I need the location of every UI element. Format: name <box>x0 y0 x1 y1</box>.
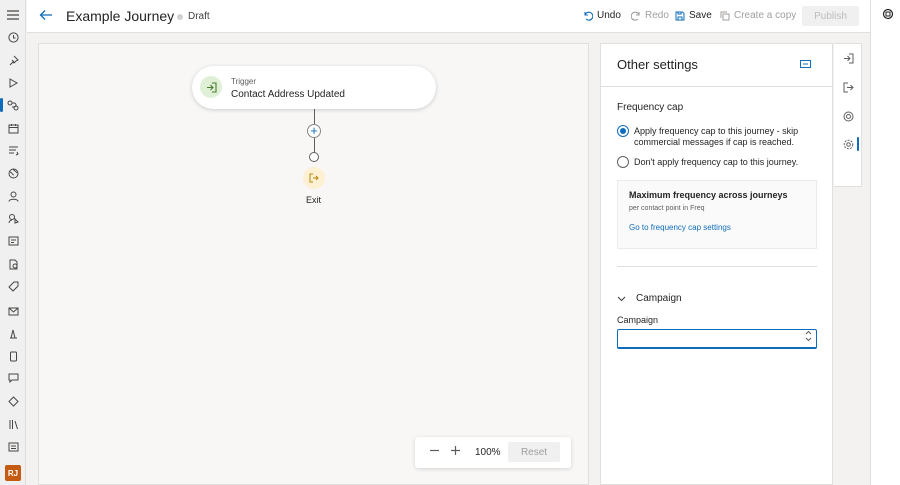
goal-icon[interactable] <box>834 106 862 126</box>
info-heading: Maximum frequency across journeys <box>629 190 788 200</box>
reset-zoom-button[interactable]: Reset <box>508 442 560 462</box>
status-text: Draft <box>188 11 210 22</box>
zoom-level: 100% <box>475 447 501 458</box>
save-button[interactable]: Save <box>675 10 712 21</box>
play-icon[interactable] <box>0 73 26 93</box>
publish-button[interactable]: Publish <box>802 6 859 26</box>
chat-icon[interactable] <box>0 368 26 388</box>
dont-apply-cap-radio[interactable] <box>617 156 629 168</box>
page-title: Example Journey <box>66 8 175 24</box>
avatar[interactable]: RJ <box>5 465 21 481</box>
campaign-section-toggle[interactable]: Campaign <box>617 293 682 304</box>
books-icon[interactable] <box>0 414 26 434</box>
apply-cap-radio[interactable] <box>617 125 629 137</box>
collapse-panel-icon[interactable] <box>800 60 811 68</box>
undo-button[interactable]: Undo <box>583 10 621 21</box>
dont-apply-cap-label: Don't apply frequency cap to this journe… <box>634 157 799 167</box>
trigger-tile[interactable]: Trigger Contact Address Updated <box>192 66 436 109</box>
divider <box>617 266 817 267</box>
back-arrow-icon[interactable] <box>39 8 53 22</box>
segments-icon[interactable] <box>0 140 26 160</box>
create-copy-label: Create a copy <box>734 10 797 21</box>
journey-canvas[interactable]: Trigger Contact Address Updated + Exit 1… <box>38 43 589 485</box>
recent-icon[interactable] <box>0 27 26 47</box>
exit-icon[interactable] <box>834 77 862 97</box>
campaign-input[interactable] <box>617 329 817 349</box>
undo-label: Undo <box>597 10 621 21</box>
campaign-spinner[interactable] <box>805 330 812 342</box>
connector-line <box>314 138 315 152</box>
pin-icon[interactable] <box>0 50 26 70</box>
globe-icon[interactable] <box>0 163 26 183</box>
chevron-up-icon[interactable] <box>805 330 812 335</box>
email-icon[interactable] <box>0 301 26 321</box>
app-strip <box>870 0 900 485</box>
chevron-down-icon[interactable] <box>805 337 812 342</box>
panel-tab-strip <box>834 43 862 187</box>
exit-label: Exit <box>306 195 322 205</box>
redo-icon <box>631 11 641 21</box>
entry-icon[interactable] <box>834 48 862 68</box>
add-step-button[interactable]: + <box>307 124 321 138</box>
settings-icon[interactable] <box>834 134 862 154</box>
divider <box>601 86 832 87</box>
calendar-icon[interactable] <box>0 118 26 138</box>
forms-icon[interactable] <box>0 231 26 251</box>
phone-icon[interactable] <box>0 346 26 366</box>
create-copy-button[interactable]: Create a copy <box>720 10 796 21</box>
contact-point-icon[interactable] <box>0 208 26 228</box>
library-icon[interactable] <box>0 323 26 343</box>
zoom-in-icon[interactable] <box>450 445 461 456</box>
status-badge: Draft <box>177 11 210 22</box>
copilot-icon[interactable] <box>882 8 894 20</box>
frequency-cap-settings-link[interactable]: Go to frequency cap settings <box>629 223 731 232</box>
campaign-field-label: Campaign <box>617 315 659 325</box>
tag-icon[interactable] <box>0 276 26 296</box>
list-icon[interactable] <box>0 437 26 457</box>
person-icon[interactable] <box>0 186 26 206</box>
documents-icon[interactable] <box>0 254 26 274</box>
status-dot-icon <box>177 13 183 20</box>
left-nav-rail: RJ <box>0 0 26 485</box>
zoom-out-icon[interactable] <box>429 445 440 456</box>
connector-node <box>309 152 319 162</box>
branch-icon[interactable] <box>0 391 26 411</box>
max-frequency-info-box: Maximum frequency across journeys per co… <box>617 180 817 249</box>
trigger-type-label: Trigger <box>231 77 257 86</box>
exit-icon[interactable] <box>303 167 325 189</box>
save-icon <box>675 11 685 21</box>
trigger-name: Contact Address Updated <box>231 89 345 100</box>
trigger-entry-icon <box>200 76 222 98</box>
apply-cap-label: Apply frequency cap to this journey - sk… <box>634 126 799 147</box>
zoom-controls: 100% Reset <box>415 437 571 468</box>
journey-header: Example Journey Draft Undo Redo Save Cre… <box>27 0 870 33</box>
campaign-section-title: Campaign <box>636 293 682 304</box>
copy-icon <box>720 11 730 21</box>
redo-label: Redo <box>645 10 669 21</box>
chevron-down-icon <box>617 296 626 302</box>
undo-icon <box>583 11 593 21</box>
connector-line <box>314 109 315 124</box>
info-subtext: per contact point in Freq <box>629 205 705 212</box>
hamburger-menu-icon[interactable] <box>0 5 26 25</box>
frequency-cap-title: Frequency cap <box>617 102 684 113</box>
panel-title: Other settings <box>617 57 698 72</box>
save-label: Save <box>689 10 712 21</box>
journeys-icon[interactable] <box>0 95 26 115</box>
redo-button[interactable]: Redo <box>631 10 669 21</box>
other-settings-panel: Other settings Frequency cap Apply frequ… <box>600 43 833 485</box>
